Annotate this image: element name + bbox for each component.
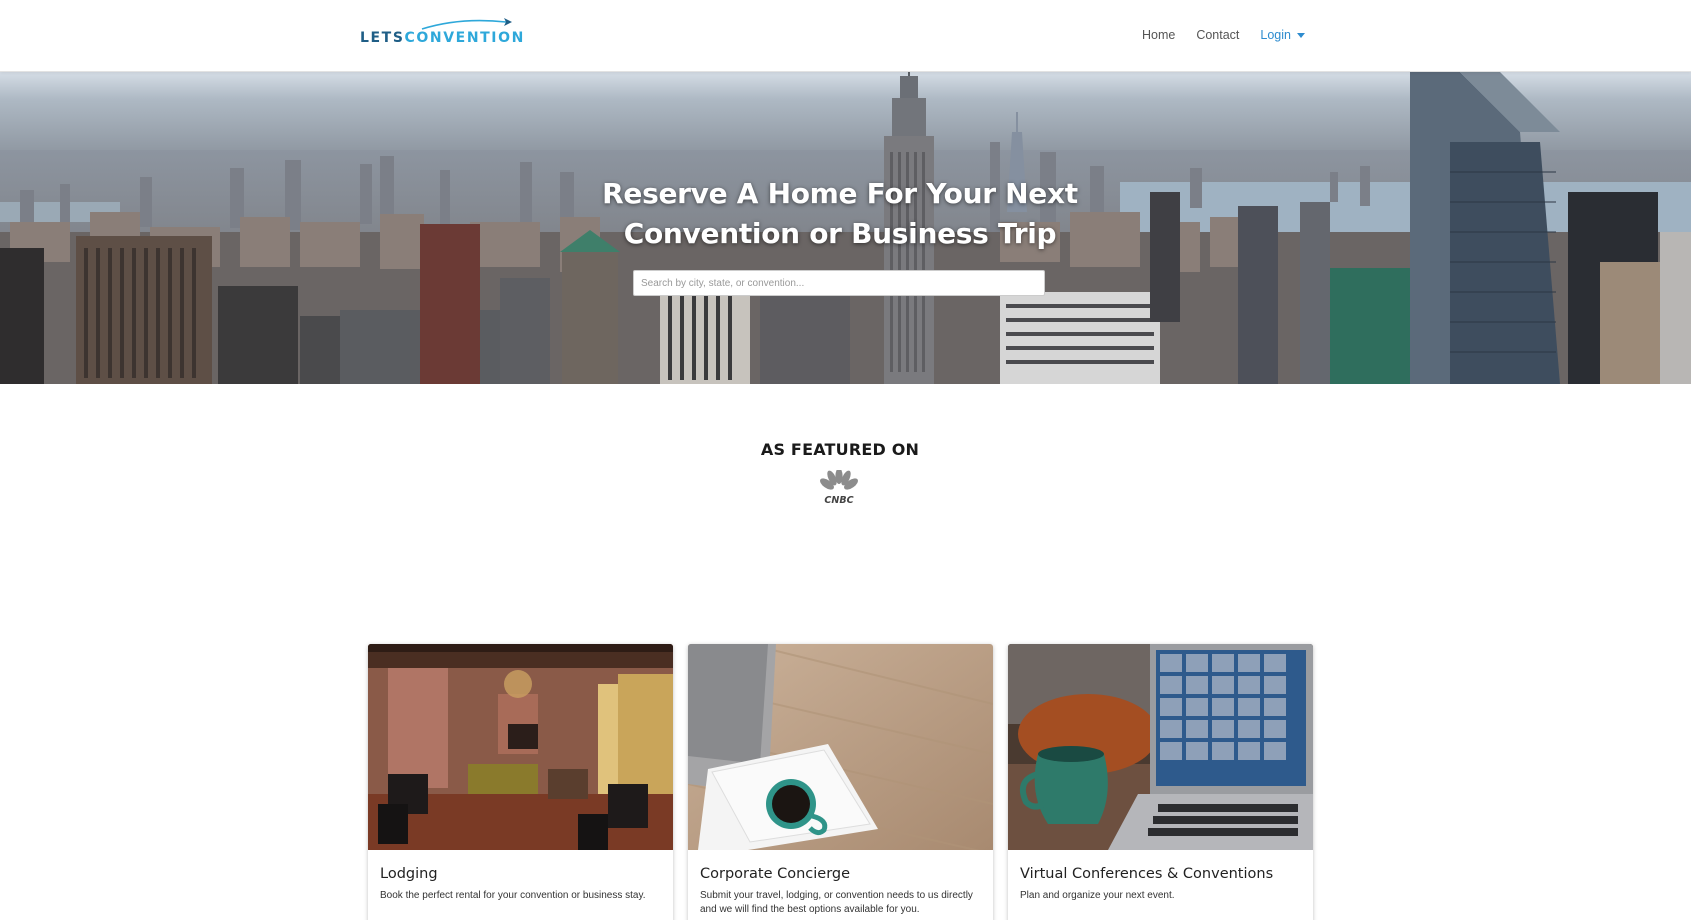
card-title: Lodging [380, 866, 438, 882]
service-cards: Lodging Book the perfect rental for your… [368, 644, 1313, 920]
card-text: Book the perfect rental for your convent… [380, 890, 646, 901]
hero-title-line2: Convention or Business Trip [623, 217, 1057, 250]
hero-banner: Reserve A Home For Your Next Convention … [0, 72, 1691, 384]
hero-search-input[interactable] [633, 270, 1045, 296]
featured-heading: AS FEATURED ON [760, 440, 920, 459]
plane-swoosh-icon [421, 18, 512, 30]
concierge-image [688, 644, 993, 850]
hero-title: Reserve A Home For Your Next Convention … [600, 174, 1080, 254]
card-text: Submit your travel, lodging, or conventi… [700, 890, 973, 915]
card-text: Plan and organize your next event. [1020, 890, 1175, 901]
card-title: Virtual Conferences & Conventions [1020, 866, 1274, 882]
hero-title-line1: Reserve A Home For Your Next [602, 177, 1078, 210]
nav-login-dropdown[interactable]: Login [1260, 28, 1305, 42]
logo-convention: CONVENTION [404, 30, 525, 46]
caret-down-icon [1297, 32, 1305, 38]
nav-home-link[interactable]: Home [1142, 28, 1175, 42]
site-logo[interactable]: LETSCONVENTION [360, 18, 523, 48]
card-lodging[interactable]: Lodging Book the perfect rental for your… [368, 644, 673, 920]
nav-contact-link[interactable]: Contact [1196, 28, 1239, 42]
card-virtual-conferences[interactable]: Virtual Conferences & Conventions Plan a… [1008, 644, 1313, 920]
cnbc-peacock-icon: CNBC [820, 470, 858, 506]
logo-lets: LETS [360, 30, 405, 46]
card-corporate-concierge[interactable]: Corporate Concierge Submit your travel, … [688, 644, 993, 920]
logo-text: LETSCONVENTION [360, 30, 525, 46]
cnbc-logo-text: CNBC [824, 495, 853, 506]
lodging-image [368, 644, 673, 850]
navbar: LETSCONVENTION Home Contact Login [0, 0, 1691, 72]
nav-links: Home Contact Login [1142, 28, 1305, 42]
card-title: Corporate Concierge [700, 866, 851, 882]
virtual-conference-image [1008, 644, 1313, 850]
nav-login-label: Login [1260, 28, 1291, 42]
